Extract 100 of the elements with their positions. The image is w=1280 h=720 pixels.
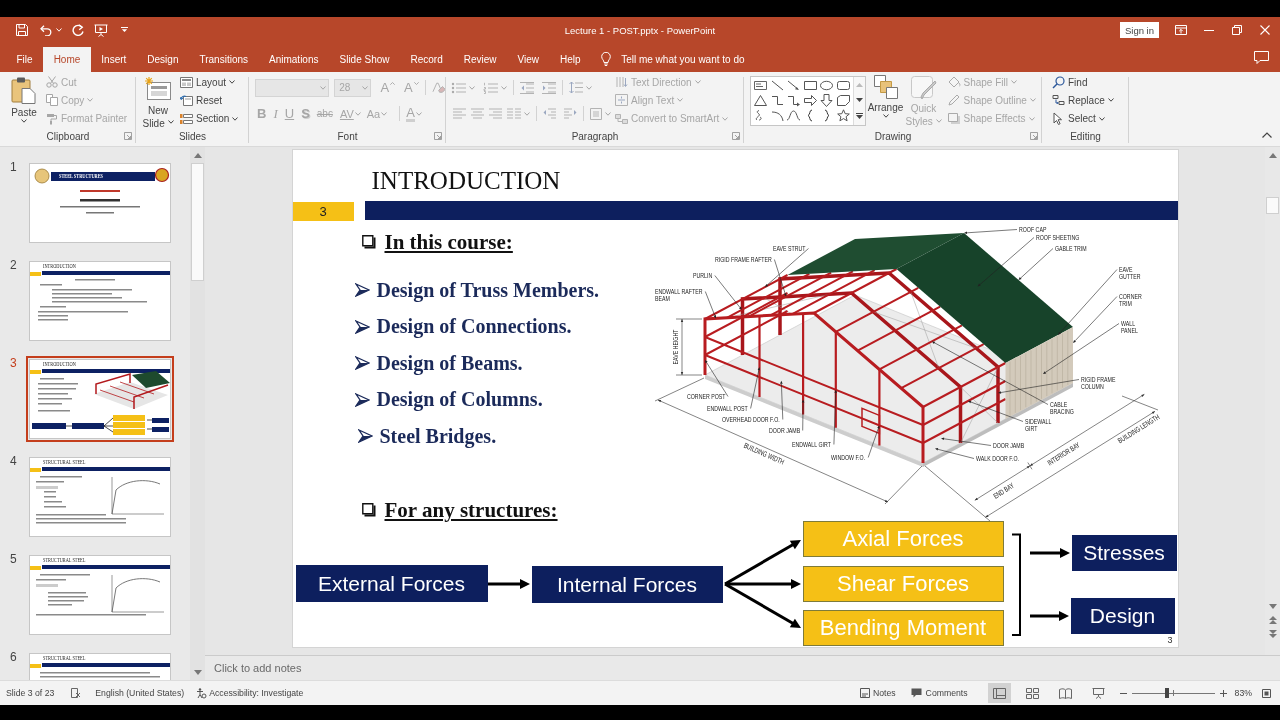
curve-icon[interactable] [786,109,801,122]
ribbon-tab[interactable]: Help [549,47,592,72]
ribbon-tab[interactable]: Record [400,47,454,72]
slider-thumb[interactable] [1165,688,1170,698]
comment-icon[interactable] [1254,51,1269,64]
ribbon-tab[interactable]: Animations [258,47,329,72]
zoom-in-icon[interactable] [1219,689,1227,697]
ribbon-tab[interactable]: Insert [90,47,137,72]
accessibility-icon[interactable] [196,687,208,699]
caret-icon [586,85,592,90]
snip-corner-shape-icon[interactable] [835,94,851,107]
caret-icon [21,119,27,123]
ribbon-tab[interactable]: File [6,47,44,72]
elbow-connector-icon[interactable] [769,94,785,107]
minimize-icon[interactable] [1204,29,1214,31]
flow-node: Bending Moment [802,610,1004,646]
star-icon[interactable] [835,109,851,122]
search-icon [1052,75,1065,89]
leader-line [833,389,837,445]
rectangle-icon[interactable] [802,79,818,92]
paint-bucket-icon [947,76,961,89]
caret-icon [469,85,475,90]
rounded-rectangle-icon[interactable] [835,79,851,92]
previous-slide-icon[interactable] [1268,616,1277,624]
slide-number: 1 [9,160,18,174]
language-button[interactable]: English (United States) [95,688,185,698]
zoom-slider[interactable] [1131,687,1215,699]
elbow-arrow-connector-icon[interactable] [786,94,801,107]
paste-button[interactable]: Paste [4,72,44,128]
accessibility-button[interactable]: Accessibility: Investigate [209,688,304,698]
section-button[interactable]: Section [178,109,241,128]
oval-icon[interactable] [819,79,834,92]
leader-line [867,425,880,458]
notes-field[interactable]: Click to add notes [205,655,1280,680]
lightbulb-icon[interactable] [601,52,612,66]
undo-icon[interactable] [40,24,52,36]
slide-number-tag: 3 [292,202,354,221]
bullet-text: Design of Connections. [376,315,572,339]
collapse-ribbon-icon[interactable] [1262,132,1272,138]
close-icon[interactable] [1260,25,1270,35]
replace-button[interactable]: Replace [1050,91,1116,110]
section-heading: In this course: [384,230,513,254]
slide-number: 2 [9,258,18,272]
ribbon-tab[interactable]: Home [43,47,91,72]
flow-node: Internal Forces [531,566,723,603]
line-icon[interactable] [769,79,785,92]
group-label: Clipboard [46,130,90,142]
scroll-up-icon[interactable] [1268,152,1277,158]
notes-button[interactable]: Notes [859,688,896,698]
proofing-icon[interactable] [71,688,82,698]
restore-icon[interactable] [1232,25,1242,35]
arc-icon[interactable] [769,109,785,122]
section-icon [180,112,193,125]
block-arrow-down-icon[interactable] [819,94,834,107]
ribbon-tab[interactable]: Slide Show [329,47,400,72]
slide-title: INTRODUCTION [371,167,561,195]
next-slide-icon[interactable] [1268,630,1277,638]
leader-line [940,437,991,446]
expand-gallery-icon[interactable] [855,113,863,120]
scroll-up-icon[interactable] [193,152,202,158]
ribbon-tab[interactable]: Review [453,47,508,72]
caret-icon [167,120,174,125]
arrow [487,579,530,589]
scrollbar-thumb[interactable] [1266,197,1279,214]
scissors-icon [46,76,58,89]
ribbon-display-icon[interactable] [1175,25,1187,35]
triangle-icon[interactable] [753,94,768,107]
select-button[interactable]: Select [1050,109,1116,128]
scrollbar-thumb[interactable] [191,163,204,281]
text-box-icon[interactable] [753,79,768,92]
reset-icon [180,94,193,107]
save-icon[interactable] [16,24,28,36]
pencil-icon [947,94,961,107]
caret-icon [87,98,94,103]
find-button[interactable]: Find [1050,73,1116,92]
normal-view-button[interactable] [987,683,1011,703]
square-bullet-icon [361,235,376,249]
caret-icon [320,85,327,90]
ribbon-tab[interactable]: Design [136,47,189,72]
caret-icon [1029,98,1036,103]
scroll-down-icon[interactable] [855,98,863,102]
block-arrow-right-icon[interactable] [802,94,818,107]
arrange-button[interactable]: Arrange [867,72,904,128]
layout-button[interactable]: Layout [178,73,241,92]
toolbar-options-icon[interactable] [121,27,128,33]
reset-button[interactable]: Reset [178,91,241,110]
leader-line [779,380,783,420]
zoom-level[interactable]: 83% [1234,688,1252,698]
arrow-line-icon[interactable] [786,79,801,92]
smartart-icon [615,112,628,125]
new-slide-button[interactable]: New Slide [138,72,178,128]
ribbon-tab[interactable]: Transitions [188,47,259,72]
sign-in-button[interactable]: Sign in [1119,22,1159,38]
fit-to-window-icon[interactable] [1262,688,1271,698]
arrange-icon [873,75,898,99]
comments-button[interactable]: Comments [910,688,968,698]
ribbon-tab[interactable]: View [507,47,550,72]
tell-me-field[interactable]: Tell me what you want to do [621,47,745,72]
presentation-icon[interactable] [94,23,108,37]
redo-icon[interactable] [72,24,84,36]
